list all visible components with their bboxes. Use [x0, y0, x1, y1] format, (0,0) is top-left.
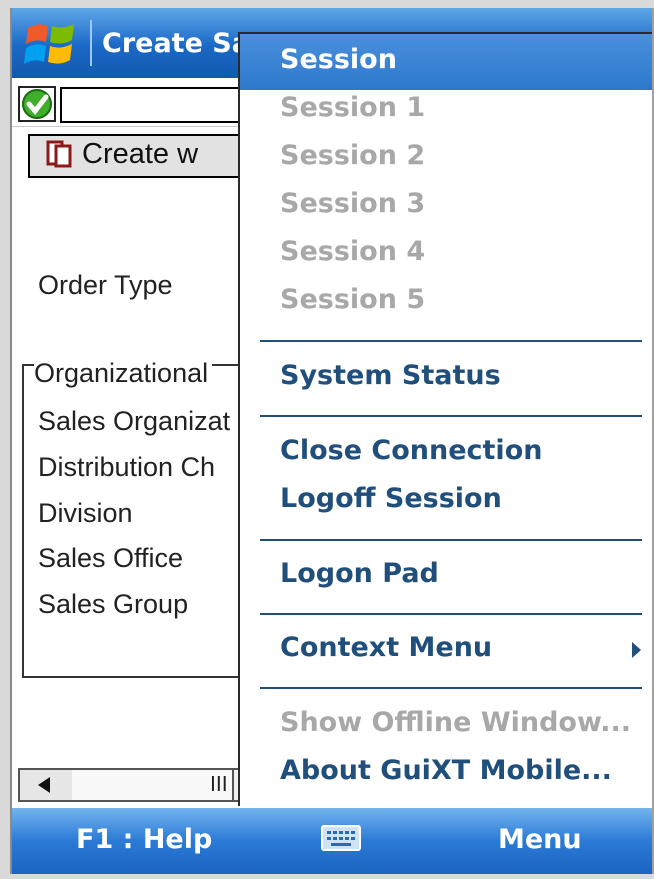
windows-start-icon[interactable] — [22, 20, 78, 70]
enter-check-icon[interactable] — [18, 86, 56, 122]
menu-item-session[interactable]: Session — [280, 44, 397, 75]
menu-separator — [260, 415, 642, 417]
menu-item-logoff-session[interactable]: Logoff Session — [280, 483, 502, 514]
menu-item-logon-pad[interactable]: Logon Pad — [280, 558, 439, 589]
menu-softkey[interactable]: Menu — [498, 824, 582, 855]
menu-item-session-3: Session 3 — [280, 188, 426, 219]
menu-separator — [260, 687, 642, 689]
device-screen: Create Sa Create w Order Type Organizati… — [10, 8, 654, 874]
field-label: Distribution Ch — [38, 452, 216, 482]
field-label: Division — [38, 498, 133, 528]
tab-label: Create w — [82, 138, 199, 170]
popup-menu: Session Session 1 Session 2 Session 3 Se… — [238, 32, 652, 806]
menu-item-session-5: Session 5 — [280, 284, 426, 315]
field-label: Sales Group — [38, 589, 189, 619]
menu-separator — [260, 539, 642, 541]
menu-item-context-menu[interactable]: Context Menu — [280, 632, 492, 663]
arrow-left-icon — [38, 777, 50, 793]
order-type-label: Order Type — [38, 270, 173, 300]
menu-item-about[interactable]: About GuiXT Mobile... — [280, 755, 612, 786]
softkey-bar: F1 : Help Menu — [12, 808, 652, 874]
menu-item-session-1: Session 1 — [280, 92, 426, 123]
scroll-left-button[interactable] — [20, 770, 74, 800]
group-title: Organizational — [34, 358, 213, 389]
title-separator — [90, 20, 92, 66]
menu-item-session-2: Session 2 — [280, 140, 426, 171]
scroll-grip: III — [210, 772, 228, 796]
menu-separator — [260, 340, 642, 342]
menu-separator — [260, 613, 642, 615]
window-title: Create Sa — [102, 28, 250, 59]
submenu-arrow-icon — [632, 642, 641, 658]
document-icon — [46, 140, 72, 168]
field-label: Sales Office — [38, 543, 184, 573]
menu-item-system-status[interactable]: System Status — [280, 360, 501, 391]
field-label: Sales Organizat — [38, 406, 231, 436]
keyboard-icon[interactable] — [320, 822, 362, 854]
menu-item-close-connection[interactable]: Close Connection — [280, 435, 542, 466]
help-softkey[interactable]: F1 : Help — [76, 824, 212, 855]
menu-item-session-4: Session 4 — [280, 236, 426, 267]
menu-item-show-offline-window: Show Offline Window... — [280, 707, 631, 738]
